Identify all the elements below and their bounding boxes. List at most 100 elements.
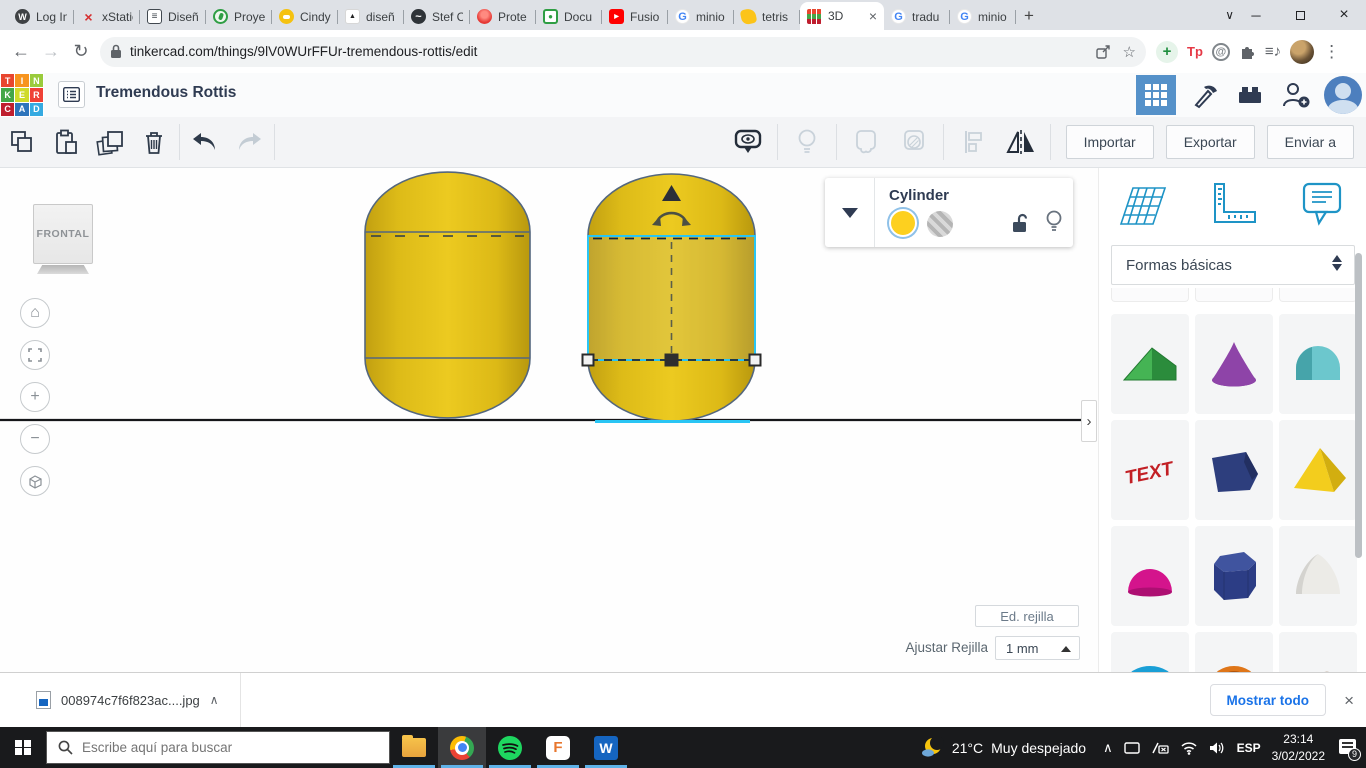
browser-tab-stef-c[interactable]: Stef C bbox=[404, 3, 470, 30]
fit-view-button[interactable] bbox=[20, 340, 50, 370]
paste-icon[interactable] bbox=[44, 124, 88, 160]
copy-icon[interactable] bbox=[0, 124, 44, 160]
tinkercad-logo[interactable]: TIN KER CAD bbox=[0, 73, 44, 117]
3d-canvas[interactable]: FRONTAL ⌂ + − › Cylinder Ed. rejilla Aju… bbox=[0, 168, 1098, 672]
scale-handle-center[interactable] bbox=[664, 353, 679, 367]
fusion360-icon[interactable]: F bbox=[534, 727, 582, 768]
weather-widget[interactable]: 21°C Muy despejado bbox=[920, 736, 1086, 759]
minimize-icon[interactable]: ─ bbox=[1234, 8, 1278, 23]
tablet-icon[interactable] bbox=[1123, 741, 1140, 755]
forward-icon[interactable]: → bbox=[36, 41, 66, 62]
show-hidden-bulb-icon[interactable] bbox=[785, 124, 829, 160]
design-title[interactable]: Tremendous Rottis bbox=[96, 84, 236, 102]
shape-category-select[interactable]: Formas básicas bbox=[1111, 245, 1355, 285]
start-button[interactable] bbox=[0, 727, 46, 768]
file-explorer-icon[interactable] bbox=[390, 727, 438, 768]
browser-tab-tetris[interactable]: tetris bbox=[734, 3, 800, 30]
snap-grid-select[interactable]: 1 mm bbox=[995, 636, 1080, 660]
lock-open-icon[interactable] bbox=[1011, 212, 1029, 239]
account-avatar[interactable] bbox=[1324, 76, 1362, 114]
browser-tab-minio[interactable]: minio bbox=[668, 3, 734, 30]
browser-tab-diseñ[interactable]: diseñ bbox=[338, 3, 404, 30]
music-list-icon[interactable]: ≡♪ bbox=[1265, 43, 1281, 60]
browser-menu-icon[interactable]: ⋮ bbox=[1323, 42, 1340, 62]
show-all-downloads-button[interactable]: Mostrar todo bbox=[1209, 684, 1326, 716]
shape-tile-partial[interactable] bbox=[1279, 288, 1357, 302]
browser-tab-minio[interactable]: minio bbox=[950, 3, 1016, 30]
import-button[interactable]: Importar bbox=[1065, 125, 1154, 159]
browser-tab-prote[interactable]: Prote bbox=[470, 3, 536, 30]
shape-tile-partial[interactable] bbox=[1195, 288, 1273, 302]
tp-extension-icon[interactable]: Tp bbox=[1187, 44, 1203, 59]
browser-tab-tradu[interactable]: tradu bbox=[884, 3, 950, 30]
search-input[interactable] bbox=[82, 740, 352, 755]
clock[interactable]: 23:14 3/02/2022 bbox=[1272, 731, 1325, 763]
edit-grid-button[interactable]: Ed. rejilla bbox=[975, 605, 1079, 627]
shape-tile-hexagonal-prism[interactable] bbox=[1195, 526, 1273, 626]
send-to-button[interactable]: Enviar a bbox=[1266, 125, 1354, 159]
mirror-icon[interactable] bbox=[999, 124, 1043, 160]
plus-extension-icon[interactable]: + bbox=[1156, 40, 1178, 63]
share-icon[interactable] bbox=[1095, 44, 1111, 60]
bookmark-star-icon[interactable]: ☆ bbox=[1123, 43, 1136, 61]
workplane-tool-icon[interactable] bbox=[1113, 180, 1169, 235]
view-cube[interactable]: FRONTAL bbox=[33, 204, 93, 264]
new-tab-button[interactable]: + bbox=[1024, 6, 1034, 26]
volume-icon[interactable] bbox=[1209, 741, 1226, 755]
annotate-icon[interactable] bbox=[726, 124, 770, 160]
browser-tab-diseñ[interactable]: Diseñ bbox=[140, 3, 206, 30]
shape-tile-roof[interactable] bbox=[1111, 314, 1189, 414]
shape-tile-half-sphere[interactable] bbox=[1279, 526, 1357, 626]
browser-tab-log-in[interactable]: Log In bbox=[8, 3, 74, 30]
zoom-out-button[interactable]: − bbox=[20, 424, 50, 454]
language-indicator[interactable]: ESP bbox=[1237, 741, 1261, 755]
browser-tab-docu[interactable]: Docu bbox=[536, 3, 602, 30]
capsule-shape-left[interactable] bbox=[364, 171, 531, 419]
download-caret-icon[interactable]: ∧ bbox=[210, 693, 219, 707]
browser-profile-avatar[interactable] bbox=[1290, 39, 1315, 64]
dashboard-grid-button[interactable] bbox=[1136, 75, 1176, 115]
shape-tile-torus[interactable] bbox=[1111, 632, 1189, 672]
invite-person-icon[interactable] bbox=[1278, 77, 1314, 113]
taskbar-search[interactable] bbox=[46, 731, 390, 764]
notes-tool-icon[interactable] bbox=[1299, 180, 1345, 235]
download-item[interactable]: 008974c7f6f823ac....jpg ∧ bbox=[28, 683, 227, 717]
restore-icon[interactable] bbox=[1278, 8, 1322, 23]
wifi-icon[interactable] bbox=[1180, 741, 1198, 755]
perspective-toggle-button[interactable] bbox=[20, 466, 50, 496]
align-icon[interactable] bbox=[951, 124, 995, 160]
visibility-bulb-icon[interactable] bbox=[1045, 210, 1063, 239]
browser-tab-proye[interactable]: Proye bbox=[206, 3, 272, 30]
panel-scrollbar[interactable] bbox=[1355, 253, 1362, 558]
pen-input-icon[interactable] bbox=[1151, 741, 1169, 755]
tray-expand-icon[interactable]: ∧ bbox=[1103, 740, 1113, 756]
back-icon[interactable]: ← bbox=[6, 41, 36, 62]
shape-tile-round-roof[interactable] bbox=[1279, 314, 1357, 414]
ruler-tool-icon[interactable] bbox=[1207, 180, 1259, 235]
redo-icon[interactable] bbox=[227, 124, 271, 160]
extensions-puzzle-icon[interactable] bbox=[1239, 43, 1256, 60]
shape-tile-tube[interactable] bbox=[1195, 632, 1273, 672]
reload-icon[interactable]: ↻ bbox=[66, 41, 96, 62]
inspector-collapse-icon[interactable] bbox=[825, 178, 875, 247]
tab-close-icon[interactable]: × bbox=[869, 9, 877, 23]
panel-collapse-tab[interactable]: › bbox=[1081, 400, 1097, 442]
tab-search-icon[interactable]: ∨ bbox=[1225, 0, 1234, 30]
shape-tile-polygon[interactable] bbox=[1195, 420, 1273, 520]
color-swatch[interactable] bbox=[889, 209, 917, 237]
minecraft-pickaxe-icon[interactable] bbox=[1186, 77, 1222, 113]
notification-center-icon[interactable]: 9 bbox=[1336, 738, 1361, 761]
browser-tab-fusio[interactable]: Fusio bbox=[602, 3, 668, 30]
chrome-icon[interactable] bbox=[438, 727, 486, 768]
duplicate-icon[interactable] bbox=[88, 124, 132, 160]
shape-tile-scribble[interactable] bbox=[1279, 632, 1357, 672]
at-extension-icon[interactable]: @ bbox=[1211, 42, 1230, 61]
shape-tile-pyramid[interactable] bbox=[1279, 420, 1357, 520]
browser-tab-xstatic[interactable]: xStatic bbox=[74, 3, 140, 30]
export-button[interactable]: Exportar bbox=[1165, 125, 1255, 159]
spotify-icon[interactable] bbox=[486, 727, 534, 768]
hole-shape-icon[interactable] bbox=[892, 124, 936, 160]
undo-icon[interactable] bbox=[183, 124, 227, 160]
browser-tab-3d[interactable]: 3D × bbox=[800, 2, 884, 30]
scale-handle-left[interactable] bbox=[581, 353, 595, 367]
